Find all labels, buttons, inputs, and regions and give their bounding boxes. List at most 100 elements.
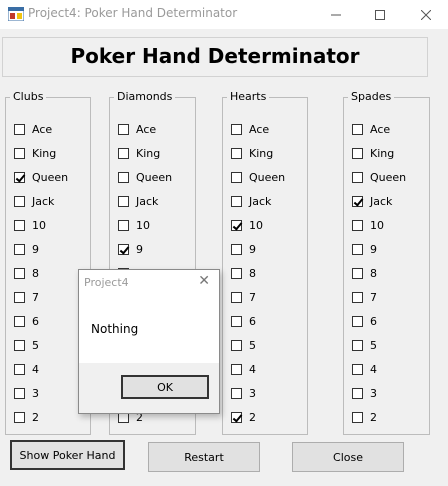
checkbox-box[interactable] bbox=[352, 123, 363, 135]
checkbox-hearts-7[interactable]: 7 bbox=[231, 289, 256, 305]
checkbox-spades-5[interactable]: 5 bbox=[352, 337, 377, 353]
checkbox-box[interactable] bbox=[14, 243, 25, 255]
checkbox-diamonds-9[interactable]: 9 bbox=[118, 241, 143, 257]
checkbox-hearts-2[interactable]: 2 bbox=[231, 409, 256, 425]
checkbox-box[interactable] bbox=[352, 243, 363, 255]
checkbox-diamonds-king[interactable]: King bbox=[118, 145, 160, 161]
checkbox-spades-3[interactable]: 3 bbox=[352, 385, 377, 401]
checkbox-box[interactable] bbox=[352, 315, 363, 327]
checkbox-spades-2[interactable]: 2 bbox=[352, 409, 377, 425]
checkbox-hearts-6[interactable]: 6 bbox=[231, 313, 256, 329]
checkbox-hearts-king[interactable]: King bbox=[231, 145, 273, 161]
checkbox-box[interactable] bbox=[118, 219, 129, 231]
checkbox-box[interactable] bbox=[231, 195, 242, 207]
checkbox-clubs-ace[interactable]: Ace bbox=[14, 121, 52, 137]
checkbox-box[interactable] bbox=[118, 243, 129, 255]
checkbox-hearts-jack[interactable]: Jack bbox=[231, 193, 271, 209]
checkbox-box[interactable] bbox=[14, 195, 25, 207]
checkbox-hearts-5[interactable]: 5 bbox=[231, 337, 256, 353]
checkbox-clubs-9[interactable]: 9 bbox=[14, 241, 39, 257]
restart-button[interactable]: Restart bbox=[148, 442, 260, 472]
checkbox-box[interactable] bbox=[231, 267, 242, 279]
checkbox-box[interactable] bbox=[352, 363, 363, 375]
checkbox-box[interactable] bbox=[14, 387, 25, 399]
checkbox-box[interactable] bbox=[14, 267, 25, 279]
checkbox-spades-ace[interactable]: Ace bbox=[352, 121, 390, 137]
checkbox-clubs-3[interactable]: 3 bbox=[14, 385, 39, 401]
checkbox-box[interactable] bbox=[14, 411, 25, 423]
checkbox-hearts-4[interactable]: 4 bbox=[231, 361, 256, 377]
checkbox-box[interactable] bbox=[14, 147, 25, 159]
checkbox-box[interactable] bbox=[14, 123, 25, 135]
checkbox-clubs-10[interactable]: 10 bbox=[14, 217, 46, 233]
checkbox-box[interactable] bbox=[352, 291, 363, 303]
checkbox-box[interactable] bbox=[231, 339, 242, 351]
checkbox-hearts-3[interactable]: 3 bbox=[231, 385, 256, 401]
checkbox-box[interactable] bbox=[231, 411, 242, 423]
checkbox-clubs-8[interactable]: 8 bbox=[14, 265, 39, 281]
checkbox-hearts-queen[interactable]: Queen bbox=[231, 169, 285, 185]
checkbox-clubs-6[interactable]: 6 bbox=[14, 313, 39, 329]
checkbox-box[interactable] bbox=[352, 267, 363, 279]
checkbox-box[interactable] bbox=[231, 219, 242, 231]
checkbox-hearts-9[interactable]: 9 bbox=[231, 241, 256, 257]
group-hearts: Hearts Ace King Queen Jack 10 9 8 7 6 5 4 3 2 bbox=[222, 90, 308, 435]
dialog-close-icon[interactable]: ✕ bbox=[198, 273, 210, 289]
checkbox-box[interactable] bbox=[352, 339, 363, 351]
checkbox-box[interactable] bbox=[231, 123, 242, 135]
checkbox-clubs-2[interactable]: 2 bbox=[14, 409, 39, 425]
checkbox-diamonds-queen[interactable]: Queen bbox=[118, 169, 172, 185]
checkbox-box[interactable] bbox=[352, 147, 363, 159]
checkbox-box[interactable] bbox=[118, 171, 129, 183]
checkbox-clubs-king[interactable]: King bbox=[14, 145, 56, 161]
checkbox-clubs-jack[interactable]: Jack bbox=[14, 193, 54, 209]
checkbox-spades-10[interactable]: 10 bbox=[352, 217, 384, 233]
checkbox-box[interactable] bbox=[231, 291, 242, 303]
checkbox-box[interactable] bbox=[14, 315, 25, 327]
checkbox-box[interactable] bbox=[352, 219, 363, 231]
checkbox-spades-queen[interactable]: Queen bbox=[352, 169, 406, 185]
checkbox-box[interactable] bbox=[231, 363, 242, 375]
checkbox-box[interactable] bbox=[352, 171, 363, 183]
checkbox-label: Queen bbox=[136, 170, 173, 184]
checkbox-box[interactable] bbox=[14, 363, 25, 375]
checkbox-spades-9[interactable]: 9 bbox=[352, 241, 377, 257]
checkbox-box[interactable] bbox=[14, 339, 25, 351]
checkbox-box[interactable] bbox=[352, 387, 363, 399]
checkbox-box[interactable] bbox=[14, 291, 25, 303]
checkbox-clubs-4[interactable]: 4 bbox=[14, 361, 39, 377]
checkbox-box[interactable] bbox=[231, 315, 242, 327]
checkbox-clubs-7[interactable]: 7 bbox=[14, 289, 39, 305]
checkbox-spades-4[interactable]: 4 bbox=[352, 361, 377, 377]
checkbox-spades-8[interactable]: 8 bbox=[352, 265, 377, 281]
checkbox-box[interactable] bbox=[118, 123, 129, 135]
checkbox-box[interactable] bbox=[231, 387, 242, 399]
checkbox-spades-king[interactable]: King bbox=[352, 145, 394, 161]
checkbox-hearts-ace[interactable]: Ace bbox=[231, 121, 269, 137]
checkbox-box[interactable] bbox=[352, 411, 363, 423]
checkbox-box[interactable] bbox=[231, 147, 242, 159]
checkbox-box[interactable] bbox=[14, 171, 25, 183]
checkbox-box[interactable] bbox=[14, 219, 25, 231]
maximize-button[interactable] bbox=[358, 0, 402, 29]
checkbox-clubs-5[interactable]: 5 bbox=[14, 337, 39, 353]
checkbox-hearts-8[interactable]: 8 bbox=[231, 265, 256, 281]
checkbox-box[interactable] bbox=[231, 171, 242, 183]
checkbox-spades-jack[interactable]: Jack bbox=[352, 193, 392, 209]
checkbox-box[interactable] bbox=[118, 147, 129, 159]
checkbox-hearts-10[interactable]: 10 bbox=[231, 217, 263, 233]
close-button[interactable]: Close bbox=[292, 442, 404, 472]
checkbox-box[interactable] bbox=[352, 195, 363, 207]
checkbox-box[interactable] bbox=[118, 195, 129, 207]
show-poker-hand-button[interactable]: Show Poker Hand bbox=[10, 440, 125, 470]
minimize-button[interactable] bbox=[314, 0, 358, 29]
checkbox-spades-6[interactable]: 6 bbox=[352, 313, 377, 329]
close-window-button[interactable] bbox=[404, 0, 448, 29]
checkbox-diamonds-10[interactable]: 10 bbox=[118, 217, 150, 233]
checkbox-diamonds-jack[interactable]: Jack bbox=[118, 193, 158, 209]
checkbox-box[interactable] bbox=[231, 243, 242, 255]
checkbox-spades-7[interactable]: 7 bbox=[352, 289, 377, 305]
checkbox-diamonds-ace[interactable]: Ace bbox=[118, 121, 156, 137]
checkbox-clubs-queen[interactable]: Queen bbox=[14, 169, 68, 185]
ok-button[interactable]: OK bbox=[121, 375, 209, 399]
